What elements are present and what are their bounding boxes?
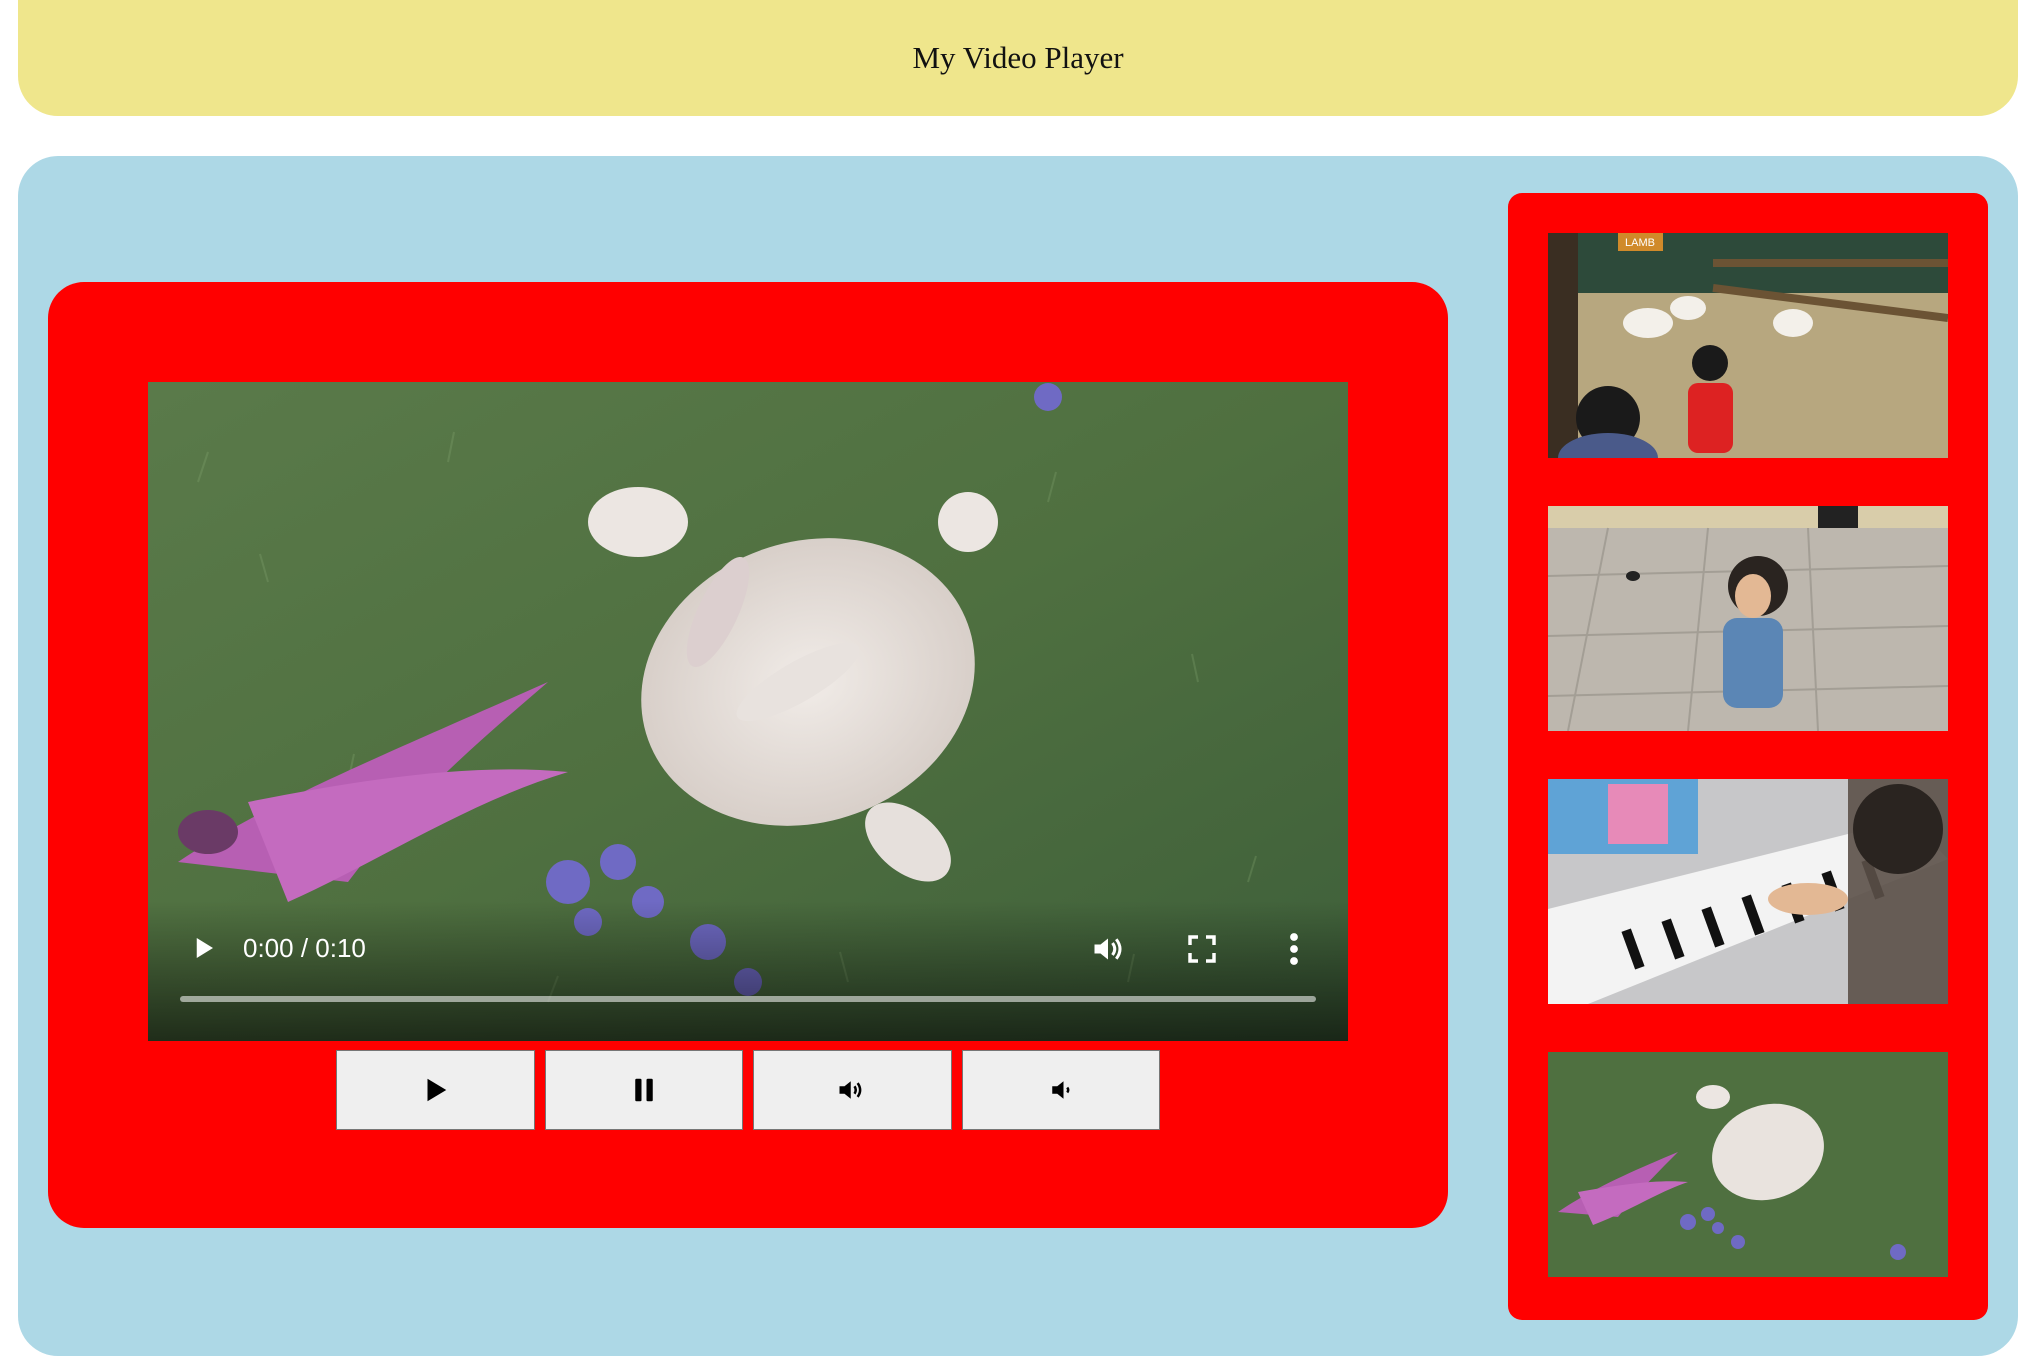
page-title: My Video Player xyxy=(912,40,1124,75)
progress-bar[interactable] xyxy=(180,996,1316,1002)
main-player-panel: 0:00 / 0:10 xyxy=(48,282,1448,1228)
thumb-boy-plaza[interactable] xyxy=(1548,506,1948,731)
video-player[interactable]: 0:00 / 0:10 xyxy=(148,382,1348,1041)
play-icon[interactable] xyxy=(188,933,218,963)
stage-container: 0:00 / 0:10 LAMB xyxy=(18,156,2018,1356)
time-display: 0:00 / 0:10 xyxy=(243,933,366,963)
pause-icon xyxy=(635,1078,653,1102)
thumb-bunny-butterfly[interactable] xyxy=(1548,1052,1948,1277)
thumbnail-image xyxy=(1548,1052,1948,1277)
thumb-lambs-petting-zoo[interactable]: LAMB xyxy=(1548,233,1948,458)
play-icon xyxy=(427,1078,447,1102)
custom-controls xyxy=(336,1050,1160,1130)
volume-down-button[interactable] xyxy=(961,1050,1160,1130)
pause-button[interactable] xyxy=(544,1050,743,1130)
volume-up-icon xyxy=(839,1081,862,1099)
volume-icon[interactable] xyxy=(1090,931,1126,967)
video-controls-gradient xyxy=(148,901,1348,1041)
play-button[interactable] xyxy=(336,1050,535,1130)
fullscreen-icon[interactable] xyxy=(1186,933,1218,965)
thumbnail-image xyxy=(1548,779,1948,1004)
lamb-sign: LAMB xyxy=(1625,237,1655,249)
volume-up-button[interactable] xyxy=(753,1050,952,1130)
thumbnail-image xyxy=(1548,506,1948,731)
thumb-boy-keyboard[interactable] xyxy=(1548,779,1948,1004)
page-header: My Video Player xyxy=(18,0,2018,116)
more-options-icon[interactable] xyxy=(1286,931,1302,967)
volume-down-icon xyxy=(1052,1081,1070,1099)
thumbnail-image: LAMB xyxy=(1548,233,1948,458)
playlist-panel: LAMB xyxy=(1508,193,1988,1320)
